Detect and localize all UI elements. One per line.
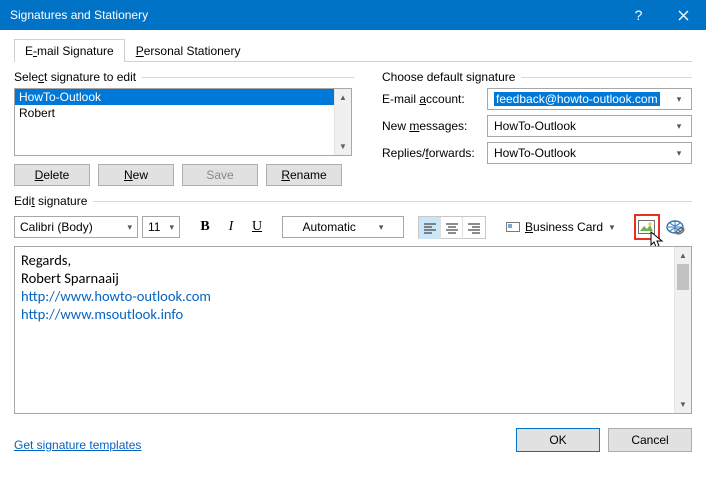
chevron-down-icon: ▼ [608,223,616,232]
chevron-down-icon: ▾ [671,148,687,159]
delete-button[interactable]: Delete [14,164,90,186]
signature-item[interactable]: HowTo-Outlook [15,89,351,105]
edit-signature-label: Edit signature [14,194,87,208]
signature-textarea[interactable]: Regards, Robert Sparnaaij http://www.how… [14,246,692,414]
default-signature-label: Choose default signature [382,70,515,84]
underline-button[interactable]: U [246,216,268,238]
scroll-down-icon[interactable]: ▼ [335,138,351,155]
replies-forwards-select[interactable]: HowTo-Outlook ▾ [487,142,692,164]
editor-line: Robert Sparnaaij [21,269,685,287]
save-button: Save [182,164,258,186]
ok-button[interactable]: OK [516,428,600,452]
format-toolbar: Calibri (Body) ▾ 11 ▾ B I U Automatic ▾ [14,212,692,242]
scrollbar[interactable]: ▲ ▼ [334,89,351,155]
insert-picture-button[interactable] [634,214,660,240]
editor-link[interactable]: http://www.msoutlook.info [21,305,183,323]
scrollbar[interactable]: ▲ ▼ [674,247,691,413]
hyperlink-icon [665,219,685,235]
bold-button[interactable]: B [194,216,216,238]
tab-personal-stationery[interactable]: Personal Stationery [125,39,252,62]
scroll-up-icon[interactable]: ▲ [335,89,351,106]
rename-button[interactable]: Rename [266,164,342,186]
window-title: Signatures and Stationery [10,8,616,22]
editor-line: Regards, [21,251,685,269]
tab-email-signature[interactable]: E-mail Signature [14,39,125,62]
new-messages-label: New messages: [382,119,487,133]
align-right-button[interactable] [463,217,485,239]
close-button[interactable] [661,0,706,30]
get-templates-link[interactable]: Get signature templates [14,438,141,452]
chevron-down-icon: ▾ [376,222,387,233]
font-size-select[interactable]: 11 ▾ [142,216,180,238]
alignment-group [418,216,486,239]
business-card-button[interactable]: Business Card ▼ [500,216,622,238]
new-button[interactable]: New [98,164,174,186]
font-select[interactable]: Calibri (Body) ▾ [14,216,138,238]
select-signature-label: Select signature to edit [14,70,136,84]
scroll-up-icon[interactable]: ▲ [675,247,691,264]
chevron-down-icon: ▾ [671,94,687,105]
align-center-button[interactable] [441,217,463,239]
email-account-label: E-mail account: [382,92,487,106]
insert-hyperlink-button[interactable] [664,216,686,238]
tabs: E-mail Signature Personal Stationery [14,38,692,62]
email-account-select[interactable]: feedback@howto-outlook.com ▾ [487,88,692,110]
font-color-select[interactable]: Automatic ▾ [282,216,404,238]
italic-button[interactable]: I [220,216,242,238]
chevron-down-icon: ▾ [671,121,687,132]
editor-link[interactable]: http://www.howto-outlook.com [21,287,211,305]
cancel-button[interactable]: Cancel [608,428,692,452]
help-button[interactable]: ? [616,0,661,30]
scroll-thumb[interactable] [677,264,689,290]
chevron-down-icon: ▾ [124,222,135,233]
replies-forwards-label: Replies/forwards: [382,146,487,160]
picture-icon [638,220,655,234]
align-left-button[interactable] [419,217,441,239]
business-card-icon [506,222,520,232]
scroll-down-icon[interactable]: ▼ [675,396,691,413]
signature-list[interactable]: HowTo-Outlook Robert ▲ ▼ [14,88,352,156]
dialog-body: E-mail Signature Personal Stationery Sel… [0,30,706,462]
signature-item[interactable]: Robert [15,105,351,121]
titlebar: Signatures and Stationery ? [0,0,706,30]
new-messages-select[interactable]: HowTo-Outlook ▾ [487,115,692,137]
chevron-down-icon: ▾ [166,222,177,233]
